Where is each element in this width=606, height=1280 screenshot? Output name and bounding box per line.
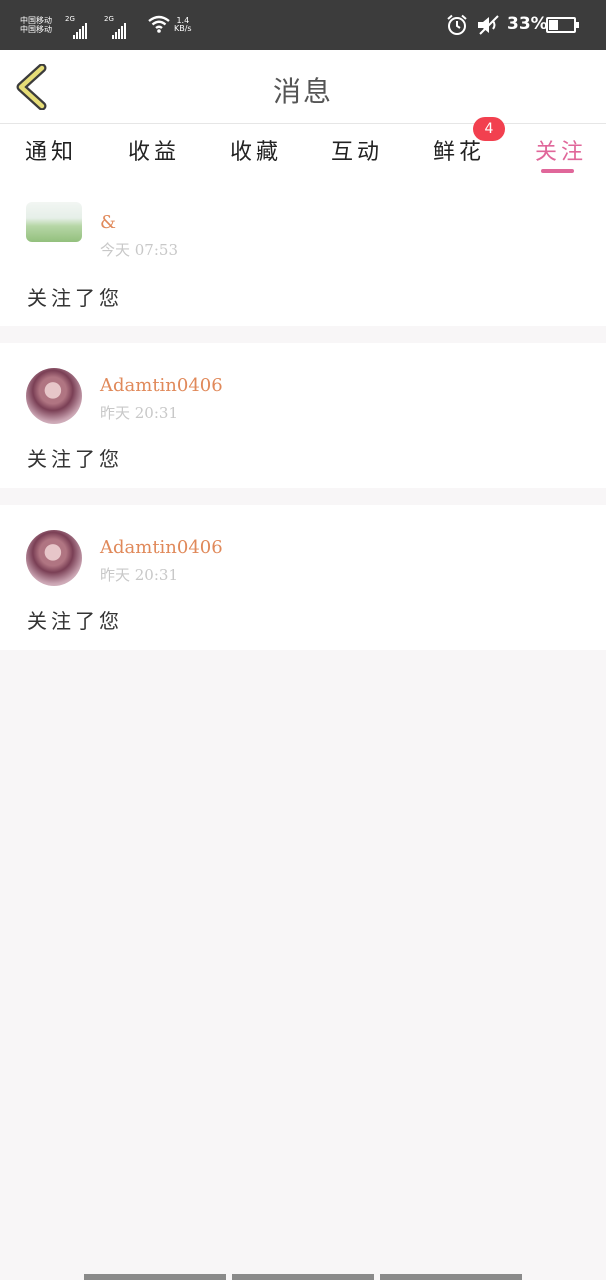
network-speed: 1.4 KB/s bbox=[174, 17, 192, 33]
wifi-icon bbox=[148, 15, 170, 33]
tab-interactions[interactable]: 互动 bbox=[331, 134, 383, 166]
signal-icon-2: 2G bbox=[104, 15, 126, 39]
flowers-badge: 4 bbox=[473, 117, 505, 141]
tab-following[interactable]: 关注 bbox=[535, 134, 587, 166]
message-text: 关注了您 bbox=[27, 609, 123, 633]
battery-percent: 33% bbox=[507, 14, 548, 34]
username[interactable]: & bbox=[100, 212, 116, 233]
timestamp: 今天 07:53 bbox=[100, 241, 178, 259]
nav-indicator-segment[interactable] bbox=[380, 1274, 522, 1280]
active-tab-indicator bbox=[541, 169, 574, 173]
timestamp: 昨天 20:31 bbox=[100, 566, 178, 584]
avatar[interactable] bbox=[26, 530, 82, 586]
page-title: 消息 bbox=[272, 75, 333, 108]
tab-bar: 通知 收益 收藏 互动 鲜花 4 关注 bbox=[0, 117, 606, 184]
status-bar: 中国移动 中国移动 2G 2G 1.4 KB/s 33% bbox=[0, 0, 606, 50]
avatar[interactable] bbox=[26, 368, 82, 424]
message-text: 关注了您 bbox=[27, 447, 123, 471]
signal-icon: 2G bbox=[65, 15, 87, 39]
sim2-network-label: 2G bbox=[104, 15, 114, 23]
alarm-icon bbox=[447, 14, 467, 35]
tab-notifications[interactable]: 通知 bbox=[25, 134, 77, 166]
system-nav-bar[interactable] bbox=[84, 1274, 522, 1280]
nav-indicator-segment[interactable] bbox=[232, 1274, 374, 1280]
username[interactable]: Adamtin0406 bbox=[100, 375, 223, 396]
message-text: 关注了您 bbox=[27, 286, 123, 310]
speed-unit: KB/s bbox=[174, 24, 192, 33]
avatar[interactable] bbox=[26, 202, 82, 242]
timestamp: 昨天 20:31 bbox=[100, 404, 178, 422]
tab-favorites[interactable]: 收藏 bbox=[230, 134, 282, 166]
list-item[interactable]: Adamtin0406 昨天 20:31 关注了您 bbox=[0, 505, 606, 650]
carrier-line-1: 中国移动 bbox=[20, 16, 52, 25]
sim1-network-label: 2G bbox=[65, 15, 75, 23]
username[interactable]: Adamtin0406 bbox=[100, 537, 223, 558]
carrier-info: 中国移动 中国移动 bbox=[20, 16, 52, 34]
mute-icon bbox=[478, 15, 499, 35]
carrier-line-2: 中国移动 bbox=[20, 25, 52, 34]
list-item[interactable]: & 今天 07:53 关注了您 bbox=[0, 184, 606, 326]
battery-level bbox=[549, 20, 558, 30]
battery-icon bbox=[546, 17, 579, 33]
tab-earnings[interactable]: 收益 bbox=[128, 134, 180, 166]
nav-indicator-segment[interactable] bbox=[84, 1274, 226, 1280]
list-item[interactable]: Adamtin0406 昨天 20:31 关注了您 bbox=[0, 343, 606, 488]
nav-bar: 消息 bbox=[0, 50, 606, 124]
